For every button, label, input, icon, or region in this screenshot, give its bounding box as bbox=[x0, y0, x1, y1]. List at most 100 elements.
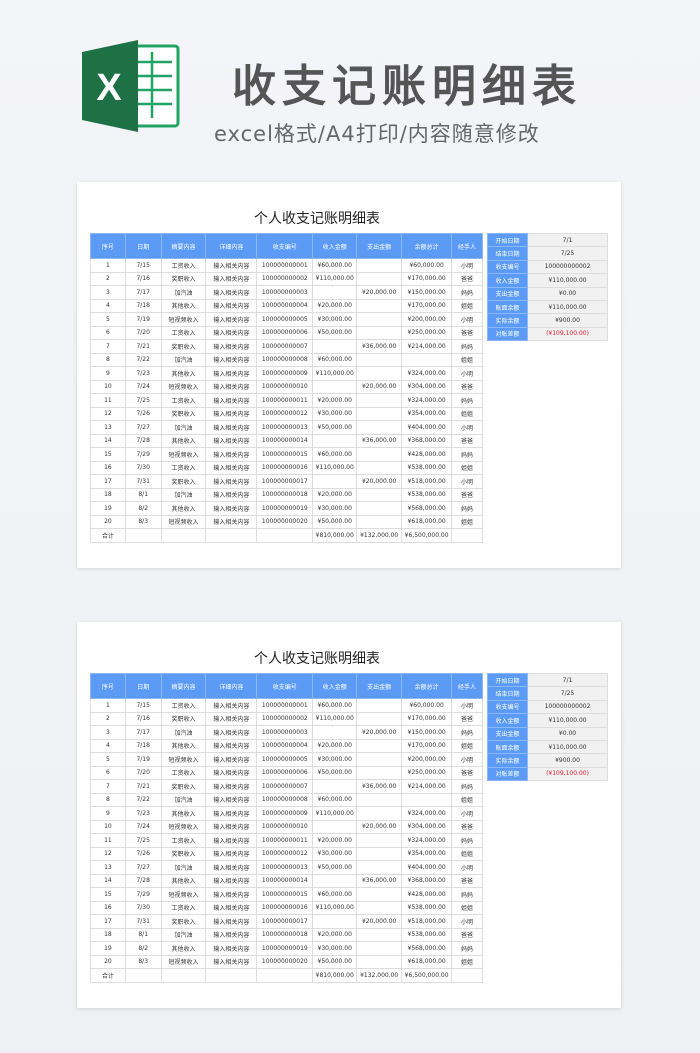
total-cell[interactable] bbox=[256, 968, 314, 983]
table-cell[interactable]: 7/31 bbox=[124, 474, 162, 489]
table-cell[interactable]: 短视频收入 bbox=[160, 379, 207, 394]
table-cell[interactable]: 7/22 bbox=[124, 352, 162, 367]
table-cell[interactable]: 小明 bbox=[451, 258, 483, 273]
table-cell[interactable] bbox=[356, 406, 403, 421]
table-cell[interactable]: ¥538,000.00 bbox=[401, 900, 453, 915]
table-cell[interactable] bbox=[356, 711, 403, 726]
table-cell[interactable]: ¥324,000.00 bbox=[401, 393, 453, 408]
table-cell[interactable]: 100000000006 bbox=[256, 325, 314, 340]
table-cell[interactable]: 输入相关内容 bbox=[205, 366, 258, 381]
table-cell[interactable]: 输入相关内容 bbox=[205, 501, 258, 516]
table-cell[interactable]: 输入相关内容 bbox=[205, 393, 258, 408]
total-cell[interactable]: 合计 bbox=[90, 528, 126, 543]
table-cell[interactable]: 输入相关内容 bbox=[205, 860, 258, 875]
table-cell[interactable]: 加汽油 bbox=[160, 927, 207, 942]
table-cell[interactable]: 100000000005 bbox=[256, 752, 314, 767]
table-cell[interactable]: 输入相关内容 bbox=[205, 698, 258, 713]
table-cell[interactable]: ¥404,000.00 bbox=[401, 420, 453, 435]
table-cell[interactable]: 12 bbox=[90, 846, 126, 861]
table-cell[interactable]: 小明 bbox=[451, 312, 483, 327]
table-cell[interactable]: 输入相关内容 bbox=[205, 846, 258, 861]
table-cell[interactable]: 7/30 bbox=[124, 900, 162, 915]
table-cell[interactable]: 7/30 bbox=[124, 460, 162, 475]
table-cell[interactable]: 爸爸 bbox=[451, 487, 483, 502]
table-cell[interactable]: ¥110,000.00 bbox=[312, 806, 358, 821]
table-cell[interactable]: ¥324,000.00 bbox=[401, 366, 453, 381]
table-cell[interactable]: ¥20,000.00 bbox=[356, 379, 403, 394]
table-cell[interactable]: 100000000001 bbox=[256, 698, 314, 713]
table-cell[interactable] bbox=[312, 725, 358, 740]
table-cell[interactable]: 7/25 bbox=[124, 393, 162, 408]
table-cell[interactable]: 100000000016 bbox=[256, 900, 314, 915]
table-cell[interactable]: 输入相关内容 bbox=[205, 258, 258, 273]
table-cell[interactable] bbox=[356, 900, 403, 915]
table-cell[interactable]: ¥60,000.00 bbox=[312, 792, 358, 807]
table-cell[interactable]: 输入相关内容 bbox=[205, 271, 258, 286]
table-cell[interactable]: 输入相关内容 bbox=[205, 420, 258, 435]
table-cell[interactable]: 姐姐 bbox=[451, 460, 483, 475]
table-cell[interactable]: ¥30,000.00 bbox=[312, 941, 358, 956]
table-cell[interactable]: 输入相关内容 bbox=[205, 711, 258, 726]
table-cell[interactable]: 小明 bbox=[451, 752, 483, 767]
table-cell[interactable]: 18 bbox=[90, 487, 126, 502]
table-cell[interactable]: ¥20,000.00 bbox=[356, 914, 403, 929]
table-cell[interactable]: 100000000010 bbox=[256, 819, 314, 834]
table-cell[interactable]: 19 bbox=[90, 941, 126, 956]
table-cell[interactable]: 3 bbox=[90, 725, 126, 740]
table-cell[interactable]: 7/17 bbox=[124, 285, 162, 300]
table-cell[interactable]: 输入相关内容 bbox=[205, 312, 258, 327]
table-cell[interactable]: 8/3 bbox=[124, 514, 162, 529]
table-cell[interactable]: 加汽油 bbox=[160, 420, 207, 435]
table-cell[interactable] bbox=[312, 873, 358, 888]
table-cell[interactable]: 15 bbox=[90, 887, 126, 902]
table-cell[interactable] bbox=[312, 914, 358, 929]
table-cell[interactable]: 奖职收入 bbox=[160, 271, 207, 286]
table-cell[interactable]: ¥568,000.00 bbox=[401, 501, 453, 516]
table-cell[interactable] bbox=[356, 366, 403, 381]
table-cell[interactable]: 100000000012 bbox=[256, 406, 314, 421]
table-cell[interactable] bbox=[356, 271, 403, 286]
table-cell[interactable]: 输入相关内容 bbox=[205, 927, 258, 942]
table-cell[interactable]: 100000000008 bbox=[256, 352, 314, 367]
table-cell[interactable]: 输入相关内容 bbox=[205, 887, 258, 902]
table-cell[interactable]: 7/18 bbox=[124, 738, 162, 753]
table-cell[interactable]: ¥518,000.00 bbox=[401, 914, 453, 929]
table-cell[interactable] bbox=[312, 433, 358, 448]
table-cell[interactable]: 19 bbox=[90, 501, 126, 516]
table-cell[interactable]: 姐姐 bbox=[451, 900, 483, 915]
table-cell[interactable]: 10 bbox=[90, 379, 126, 394]
summary-value[interactable]: 7/25 bbox=[527, 246, 608, 261]
table-cell[interactable]: ¥50,000.00 bbox=[312, 325, 358, 340]
table-cell[interactable]: 奖职收入 bbox=[160, 711, 207, 726]
table-cell[interactable]: 工资收入 bbox=[160, 393, 207, 408]
table-cell[interactable]: 输入相关内容 bbox=[205, 325, 258, 340]
table-cell[interactable]: ¥428,000.00 bbox=[401, 447, 453, 462]
table-cell[interactable]: 奖职收入 bbox=[160, 339, 207, 354]
table-cell[interactable]: 4 bbox=[90, 298, 126, 313]
table-cell[interactable]: 爸爸 bbox=[451, 325, 483, 340]
table-cell[interactable]: 加汽油 bbox=[160, 725, 207, 740]
table-cell[interactable]: 1 bbox=[90, 698, 126, 713]
table-cell[interactable]: 输入相关内容 bbox=[205, 285, 258, 300]
table-cell[interactable]: 7/25 bbox=[124, 833, 162, 848]
table-cell[interactable]: 妈妈 bbox=[451, 501, 483, 516]
table-cell[interactable]: ¥30,000.00 bbox=[312, 846, 358, 861]
table-cell[interactable]: 6 bbox=[90, 765, 126, 780]
table-cell[interactable] bbox=[356, 792, 403, 807]
table-cell[interactable]: ¥20,000.00 bbox=[312, 393, 358, 408]
table-cell[interactable]: 7/15 bbox=[124, 698, 162, 713]
table-cell[interactable]: 10 bbox=[90, 819, 126, 834]
table-cell[interactable]: 7/16 bbox=[124, 271, 162, 286]
table-cell[interactable]: 短视频收入 bbox=[160, 819, 207, 834]
table-cell[interactable]: 其他收入 bbox=[160, 433, 207, 448]
table-cell[interactable]: 8/2 bbox=[124, 501, 162, 516]
table-cell[interactable]: 加汽油 bbox=[160, 860, 207, 875]
table-cell[interactable] bbox=[356, 501, 403, 516]
table-cell[interactable]: 爸爸 bbox=[451, 433, 483, 448]
table-cell[interactable]: ¥30,000.00 bbox=[312, 752, 358, 767]
table-cell[interactable]: 17 bbox=[90, 474, 126, 489]
table-cell[interactable]: 工资收入 bbox=[160, 698, 207, 713]
table-cell[interactable]: 输入相关内容 bbox=[205, 352, 258, 367]
table-cell[interactable]: 7/24 bbox=[124, 379, 162, 394]
table-cell[interactable]: 输入相关内容 bbox=[205, 738, 258, 753]
